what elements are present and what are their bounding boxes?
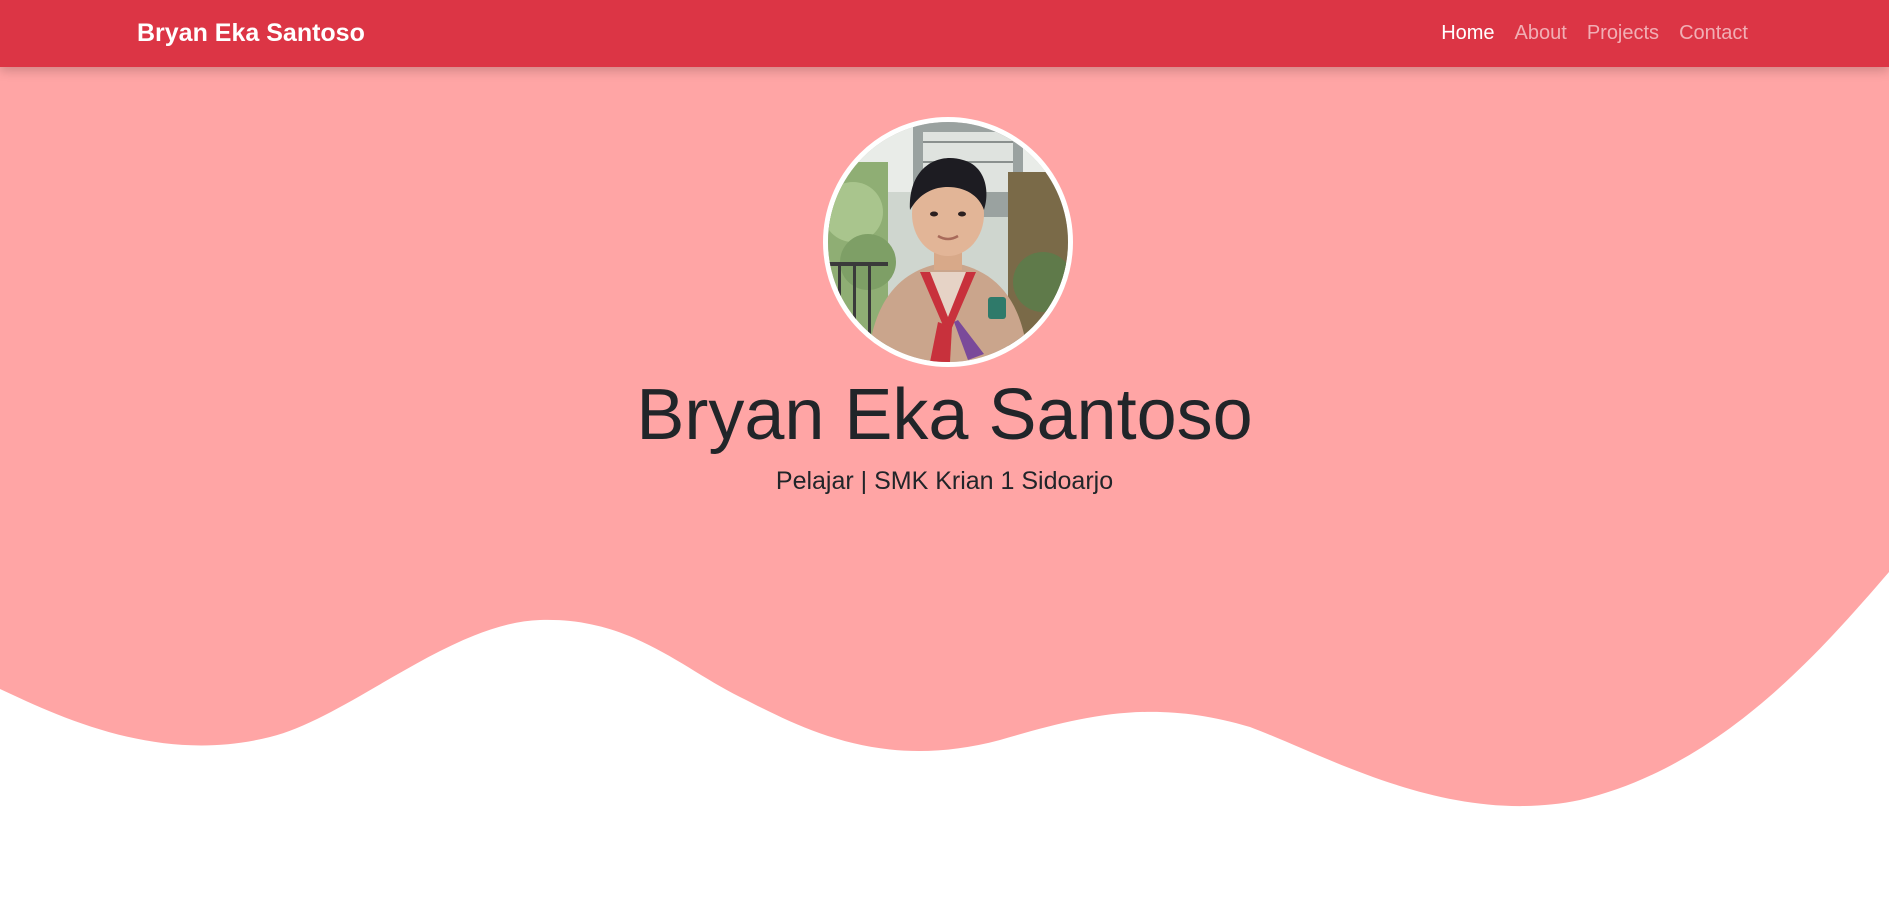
hero-subtitle: Pelajar | SMK Krian 1 Sidoarjo — [775, 467, 1114, 495]
page: Bryan Eka Santoso Home About Projects Co… — [0, 0, 1889, 900]
nav-links: Home About Projects Contact — [1441, 20, 1748, 46]
nav-link-about[interactable]: About — [1515, 20, 1567, 46]
nav-link-projects[interactable]: Projects — [1587, 20, 1659, 46]
profile-photo — [823, 117, 1073, 367]
navbar: Bryan Eka Santoso Home About Projects Co… — [0, 0, 1889, 67]
nav-link-home[interactable]: Home — [1441, 20, 1494, 46]
hero-name: Bryan Eka Santoso — [636, 375, 1253, 455]
nav-link-contact[interactable]: Contact — [1679, 20, 1748, 46]
navbar-brand[interactable]: Bryan Eka Santoso — [137, 18, 365, 48]
